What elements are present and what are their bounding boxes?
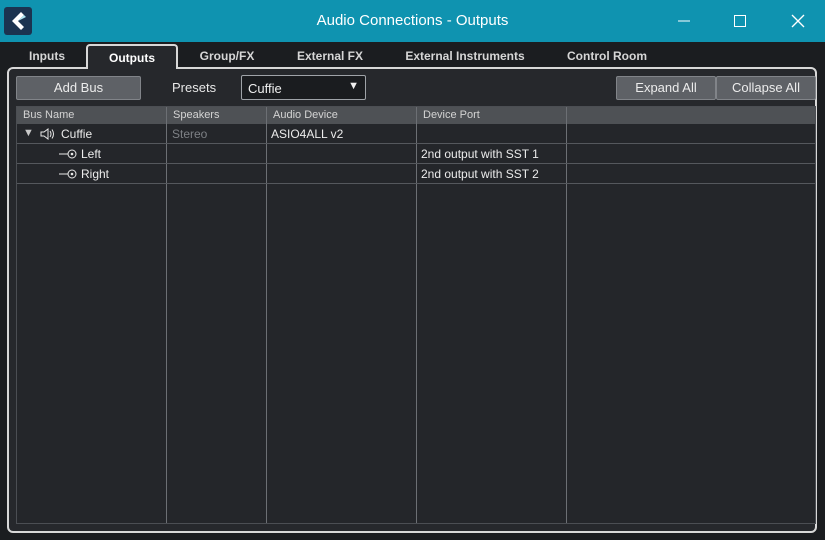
column-header-bus-name[interactable]: Bus Name xyxy=(23,109,74,121)
speaker-icon xyxy=(40,128,54,140)
collapse-all-button[interactable]: Collapse All xyxy=(716,76,816,100)
close-icon xyxy=(791,14,805,28)
column-header-audio-device[interactable]: Audio Device xyxy=(273,109,338,121)
column-header-device-port[interactable]: Device Port xyxy=(423,109,480,121)
maximize-icon xyxy=(734,15,746,27)
speakers-value[interactable]: Stereo xyxy=(172,127,207,141)
bus-name: Left xyxy=(81,147,102,161)
output-port-icon xyxy=(59,149,77,159)
table-row[interactable]: ▼ Cuffie Stereo ASIO4ALL v2 xyxy=(17,124,815,144)
title-bar: Audio Connections - Outputs xyxy=(0,0,825,42)
presets-label: Presets xyxy=(172,80,217,95)
audio-device-value[interactable]: ASIO4ALL v2 xyxy=(271,127,343,141)
expand-all-button[interactable]: Expand All xyxy=(616,76,716,100)
table-row[interactable]: Left 2nd output with SST 1 xyxy=(17,144,815,164)
tab-outputs[interactable]: Outputs xyxy=(86,44,178,69)
connections-table[interactable]: Bus Name Speakers Audio Device Device Po… xyxy=(16,106,816,524)
close-button[interactable] xyxy=(770,0,825,42)
column-header-speakers[interactable]: Speakers xyxy=(173,109,219,121)
dropdown-arrow-icon: ▼ xyxy=(348,80,359,92)
output-port-icon xyxy=(59,169,77,179)
bus-name: Cuffie xyxy=(61,127,93,141)
table-row[interactable]: Right 2nd output with SST 2 xyxy=(17,164,815,184)
tab-control-room[interactable]: Control Room xyxy=(552,46,662,68)
device-port-value[interactable]: 2nd output with SST 2 xyxy=(421,167,539,181)
tab-inputs[interactable]: Inputs xyxy=(10,46,84,68)
add-bus-button[interactable]: Add Bus xyxy=(16,76,141,100)
tab-group-fx[interactable]: Group/FX xyxy=(180,46,274,68)
device-port-value[interactable]: 2nd output with SST 1 xyxy=(421,147,539,161)
maximize-button[interactable] xyxy=(712,0,768,42)
minimize-icon xyxy=(678,20,690,22)
presets-dropdown[interactable]: Cuffie ▼ xyxy=(241,75,366,100)
collapse-triangle-icon[interactable]: ▼ xyxy=(23,127,34,139)
tab-bar: Inputs Outputs Group/FX External FX Exte… xyxy=(0,42,825,69)
bus-name: Right xyxy=(81,167,110,181)
tab-external-instruments[interactable]: External Instruments xyxy=(396,46,534,68)
minimize-button[interactable] xyxy=(656,0,712,42)
presets-selected-value: Cuffie xyxy=(248,81,282,96)
tab-external-fx[interactable]: External FX xyxy=(282,46,378,68)
